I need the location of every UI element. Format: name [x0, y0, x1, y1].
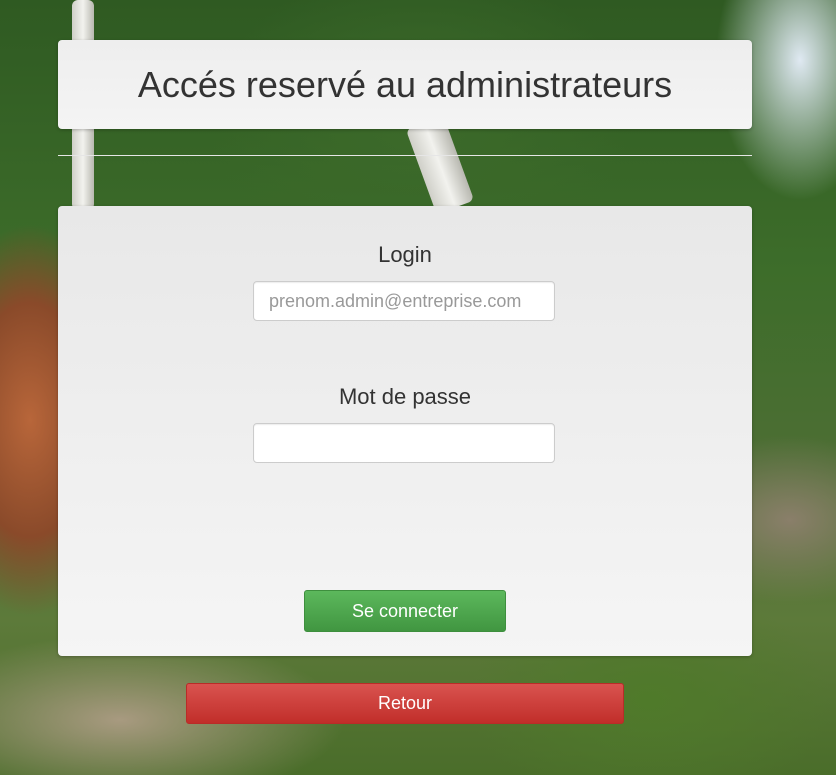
login-input[interactable]	[253, 281, 555, 321]
password-input[interactable]	[253, 423, 555, 463]
back-button[interactable]: Retour	[186, 683, 624, 724]
divider	[58, 155, 752, 156]
login-form: Login Mot de passe Se connecter	[58, 206, 752, 656]
page-title: Accés reservé au administrateurs	[137, 63, 673, 105]
header-panel: Accés reservé au administrateurs	[58, 40, 752, 129]
connect-button[interactable]: Se connecter	[304, 590, 506, 632]
leaning-trunk	[405, 115, 475, 215]
password-label: Mot de passe	[338, 384, 472, 409]
login-label: Login	[378, 242, 432, 267]
